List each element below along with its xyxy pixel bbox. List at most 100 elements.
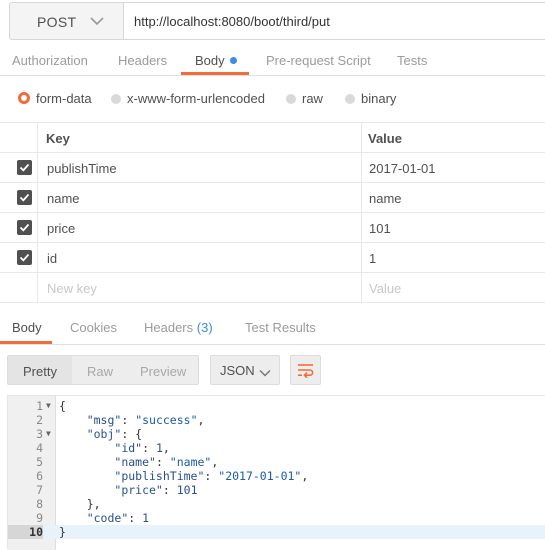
column-divider: [361, 123, 362, 152]
code-text: "price": 101: [114, 483, 198, 497]
code-text: "name": "name",: [114, 455, 219, 469]
code-line: 7 "price": 101: [8, 483, 545, 497]
line-number: 2: [36, 413, 43, 427]
code-text: }: [59, 525, 66, 539]
radio-raw-label: raw: [302, 91, 323, 106]
code-line: 8 },: [8, 497, 545, 511]
param-key[interactable]: publishTime: [47, 161, 117, 176]
language-select[interactable]: JSON: [210, 355, 280, 385]
key-column-header: Key: [46, 131, 70, 146]
code-line: 2 "msg": "success",: [8, 413, 545, 427]
format-preview-button[interactable]: Preview: [140, 364, 186, 379]
tab-test-results[interactable]: Test Results: [245, 320, 316, 335]
radio-icon: [111, 94, 121, 104]
method-label: POST: [37, 14, 77, 30]
radio-form-data-label: form-data: [36, 91, 92, 106]
line-number: 5: [36, 455, 43, 469]
tab-body-label: Body: [195, 53, 225, 68]
tab-headers[interactable]: Headers: [118, 53, 167, 68]
param-value[interactable]: 101: [369, 221, 391, 236]
line-number: 6: [36, 469, 43, 483]
code-line: 3 ▼ "obj": {: [8, 427, 545, 441]
wrap-lines-button[interactable]: [290, 355, 321, 385]
column-divider: [37, 273, 38, 302]
new-value-input[interactable]: Value: [369, 281, 401, 296]
radio-form-data[interactable]: form-data: [18, 91, 92, 106]
code-line: 10}: [8, 525, 545, 539]
param-value[interactable]: name: [369, 191, 402, 206]
body-type-options: form-data x-www-form-urlencoded raw bina…: [0, 76, 545, 120]
radio-binary[interactable]: binary: [345, 91, 396, 106]
param-value[interactable]: 1: [369, 251, 376, 266]
tab-cookies[interactable]: Cookies: [70, 320, 117, 335]
checkmark-icon: [19, 163, 30, 172]
line-number: 10: [8, 525, 43, 539]
tab-response-headers[interactable]: Headers (3): [144, 320, 213, 335]
table-row: price 101: [0, 213, 545, 243]
tab-response-headers-label: Headers: [144, 320, 194, 335]
format-raw-button[interactable]: Raw: [87, 364, 113, 379]
table-row: id 1: [0, 243, 545, 273]
response-body-editor[interactable]: 1 ▼{2 "msg": "success", 3 ▼ "obj": {4 "id":…: [7, 395, 545, 550]
column-divider: [37, 213, 38, 242]
method-select[interactable]: POST: [9, 2, 124, 40]
tab-pre-request-script[interactable]: Pre-request Script: [266, 53, 371, 68]
new-key-input[interactable]: New key: [47, 281, 97, 296]
tab-tests[interactable]: Tests: [397, 53, 427, 68]
active-tab-indicator: [0, 341, 52, 344]
new-param-row: New key Value: [0, 273, 545, 303]
column-divider: [361, 273, 362, 302]
code-text: "id": 1,: [114, 441, 170, 455]
param-key[interactable]: id: [47, 251, 57, 266]
tab-body[interactable]: Body: [195, 53, 237, 68]
row-checkbox[interactable]: [17, 190, 32, 205]
line-number: 4: [36, 441, 43, 455]
code-text: },: [59, 497, 101, 511]
tab-response-body[interactable]: Body: [12, 320, 42, 335]
radio-urlencoded-label: x-www-form-urlencoded: [127, 91, 265, 106]
radio-x-www-form-urlencoded[interactable]: x-www-form-urlencoded: [111, 91, 265, 106]
line-number: 3: [36, 427, 43, 441]
fold-arrow-icon[interactable]: ▼: [46, 427, 51, 441]
radio-icon: [286, 94, 296, 104]
response-tabs: Body Cookies Headers (3) Test Results: [0, 312, 545, 345]
column-divider: [37, 183, 38, 212]
param-key[interactable]: name: [47, 191, 80, 206]
column-divider: [361, 153, 362, 182]
radio-selected-icon: [18, 92, 30, 104]
checkmark-icon: [19, 223, 30, 232]
column-divider: [37, 153, 38, 182]
format-pretty-button[interactable]: Pretty: [23, 364, 57, 379]
checkmark-icon: [19, 253, 30, 262]
wrap-lines-icon: [298, 364, 314, 378]
format-toggle-group: Pretty Raw Preview: [7, 355, 199, 385]
response-toolbar: Pretty Raw Preview JSON: [0, 352, 545, 388]
table-row: name name: [0, 183, 545, 213]
row-checkbox[interactable]: [17, 220, 32, 235]
url-text: http://localhost:8080/boot/third/put: [134, 14, 330, 29]
param-value[interactable]: 2017-01-01: [369, 161, 436, 176]
param-key[interactable]: price: [47, 221, 75, 236]
radio-binary-label: binary: [361, 91, 397, 106]
radio-icon: [345, 94, 355, 104]
line-number: 7: [36, 483, 43, 497]
code-line: 5 "name": "name",: [8, 455, 545, 469]
radio-raw[interactable]: raw: [286, 91, 323, 106]
checkmark-icon: [19, 193, 30, 202]
code-text: "obj": {: [86, 427, 143, 441]
code-text: "publishTime": "2017-01-01",: [114, 469, 309, 483]
value-column-header: Value: [368, 131, 402, 146]
code-line: 9 "code": 1: [8, 511, 545, 525]
column-divider: [361, 243, 362, 272]
code-text: "code": 1: [86, 511, 150, 525]
code-text: {: [59, 399, 66, 413]
tab-authorization[interactable]: Authorization: [12, 53, 88, 68]
row-checkbox[interactable]: [17, 250, 32, 265]
fold-arrow-icon[interactable]: ▼: [46, 399, 51, 413]
column-divider: [37, 243, 38, 272]
url-input[interactable]: http://localhost:8080/boot/third/put: [123, 2, 545, 40]
row-checkbox[interactable]: [17, 160, 32, 175]
active-tab-indicator: [181, 72, 249, 75]
chevron-down-icon: [90, 14, 104, 29]
column-divider: [37, 123, 38, 152]
